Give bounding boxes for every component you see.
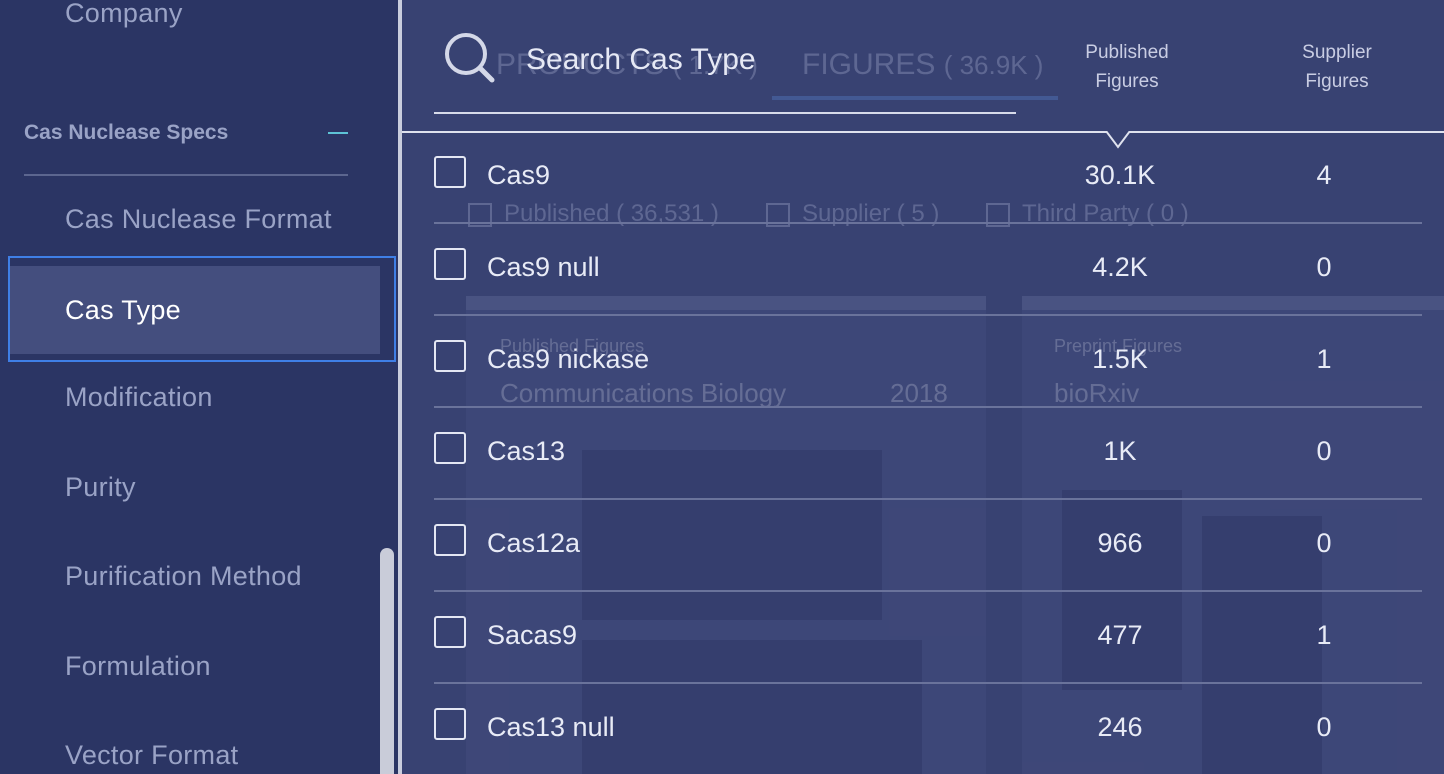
- option-row-cas9-nickase[interactable]: Cas9 nickase 1.5K 1: [434, 316, 1422, 408]
- sidebar-item-vector-format[interactable]: Vector Format: [0, 728, 398, 774]
- option-name: Cas9: [487, 160, 551, 190]
- option-row-cas13-null[interactable]: Cas13 null 246 0: [434, 684, 1422, 774]
- sidebar-item-label: Vector Format: [65, 740, 239, 770]
- option-name: Cas9 nickase: [487, 344, 650, 374]
- option-checkbox[interactable]: [434, 616, 466, 648]
- sidebar-item-label: Purification Method: [65, 561, 302, 591]
- collapse-minus-icon[interactable]: [328, 132, 348, 134]
- option-name: Cas13: [487, 436, 566, 466]
- option-name: Sacas9: [487, 620, 578, 650]
- option-name: Cas12a: [487, 528, 581, 558]
- sidebar-item-label: Formulation: [65, 651, 211, 681]
- option-supplier-count: 0: [1316, 252, 1332, 282]
- search-icon: [445, 33, 495, 83]
- option-published-count: 477: [1097, 620, 1143, 650]
- sidebar-item-cas-type[interactable]: Cas Type: [8, 256, 396, 362]
- option-checkbox[interactable]: [434, 156, 466, 188]
- option-checkbox[interactable]: [434, 524, 466, 556]
- option-checkbox[interactable]: [434, 708, 466, 740]
- option-published-count: 1K: [1103, 436, 1137, 466]
- option-published-count: 30.1K: [1084, 160, 1156, 190]
- column-header-supplier-figures[interactable]: Supplier Figures: [1282, 38, 1392, 96]
- option-supplier-count: 1: [1316, 344, 1332, 374]
- header-line: Figures: [1095, 71, 1159, 92]
- option-name: Cas9 null: [487, 252, 600, 282]
- option-supplier-count: 0: [1316, 436, 1332, 466]
- filter-sidebar: Company Cas Nuclease Specs Cas Nuclease …: [0, 0, 398, 774]
- sidebar-item-formulation[interactable]: Formulation: [0, 639, 398, 699]
- option-checkbox[interactable]: [434, 432, 466, 464]
- option-checkbox[interactable]: [434, 248, 466, 280]
- header-line: Supplier: [1302, 42, 1372, 63]
- option-checkbox[interactable]: [434, 340, 466, 372]
- sidebar-item-cas-nuclease-format[interactable]: Cas Nuclease Format: [0, 192, 398, 252]
- option-published-count: 4.2K: [1092, 252, 1148, 282]
- sidebar-item-purification-method[interactable]: Purification Method: [0, 549, 398, 609]
- option-row-sacas9[interactable]: Sacas9 477 1: [434, 592, 1422, 684]
- option-published-count: 966: [1097, 528, 1143, 558]
- header-line: Published: [1085, 42, 1169, 63]
- option-published-count: 246: [1097, 712, 1143, 742]
- option-row-cas13[interactable]: Cas13 1K 0: [434, 408, 1422, 500]
- column-header-published-figures[interactable]: Published Figures: [1072, 38, 1182, 96]
- search-input[interactable]: [526, 38, 996, 82]
- option-row-cas9[interactable]: Cas9 30.1K 4: [434, 132, 1422, 224]
- header-line: Figures: [1305, 71, 1369, 92]
- search-underline: [434, 112, 1016, 114]
- sidebar-scrollbar[interactable]: [380, 548, 394, 774]
- sidebar-item-purity[interactable]: Purity: [0, 460, 398, 520]
- sidebar-item-company[interactable]: Company: [65, 0, 183, 29]
- option-supplier-count: 0: [1316, 712, 1332, 742]
- option-supplier-count: 0: [1316, 528, 1332, 558]
- option-row-cas12a[interactable]: Cas12a 966 0: [434, 500, 1422, 592]
- sidebar-item-label: Purity: [65, 472, 136, 502]
- sidebar-item-label: Cas Type: [65, 295, 181, 325]
- cas-type-dropdown: Published Figures Supplier Figures Cas9 …: [402, 0, 1444, 774]
- sidebar-item-modification[interactable]: Modification: [0, 370, 398, 430]
- sidebar-item-label: Cas Nuclease Format: [65, 204, 332, 234]
- section-header-cas-nuclease-specs[interactable]: Cas Nuclease Specs: [24, 118, 348, 176]
- option-supplier-count: 1: [1316, 620, 1332, 650]
- option-row-cas9-null[interactable]: Cas9 null 4.2K 0: [434, 224, 1422, 316]
- page: Company Cas Nuclease Specs Cas Nuclease …: [0, 0, 1444, 774]
- option-supplier-count: 4: [1316, 160, 1332, 190]
- section-title: Cas Nuclease Specs: [24, 121, 229, 144]
- option-name: Cas13 null: [487, 712, 615, 742]
- option-published-count: 1.5K: [1092, 344, 1148, 374]
- sidebar-item-label: Modification: [65, 382, 213, 412]
